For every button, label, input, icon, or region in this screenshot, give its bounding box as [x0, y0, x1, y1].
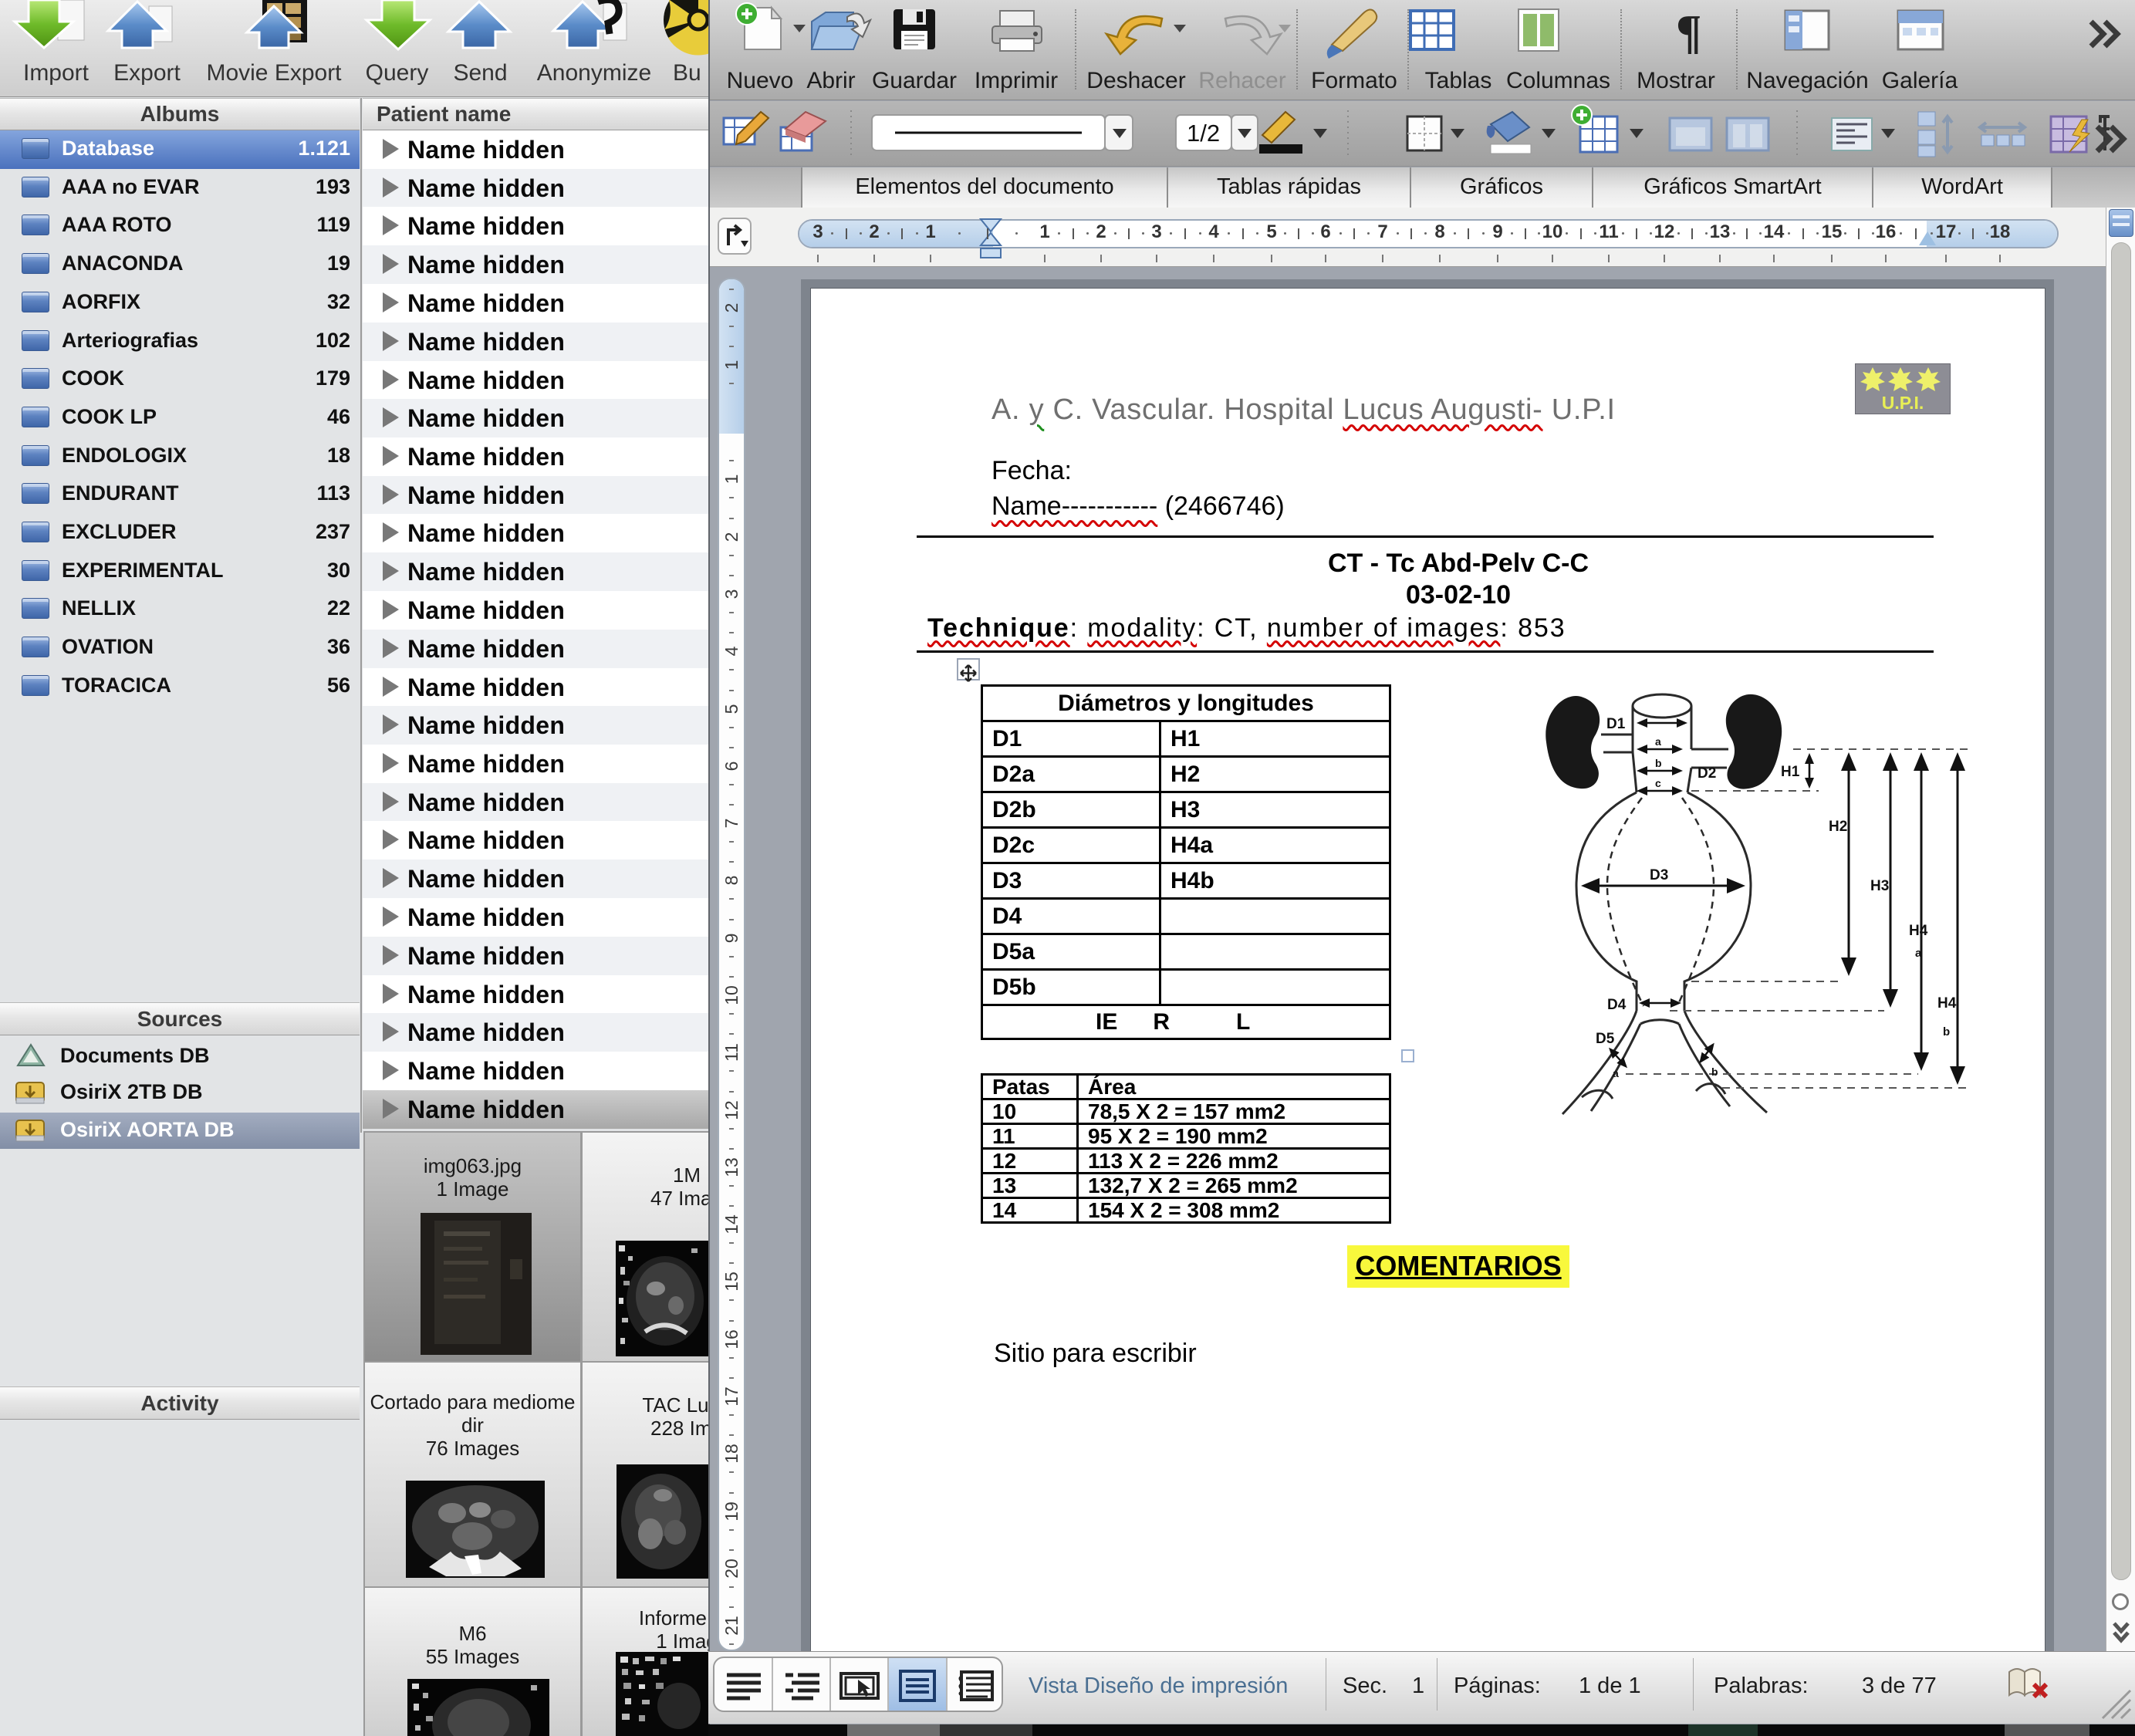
svg-text:1/2: 1/2 [1187, 120, 1220, 147]
svg-text:H1: H1 [1781, 764, 1800, 780]
svg-text:D3: D3 [1650, 867, 1668, 883]
svg-text:a: a [1655, 735, 1661, 748]
svg-text:H4: H4 [1909, 923, 1928, 939]
svg-text:D2: D2 [1698, 765, 1716, 782]
svg-text:¶: ¶ [1676, 6, 1701, 59]
svg-text:H3: H3 [1870, 878, 1889, 894]
svg-text:c: c [1655, 777, 1661, 789]
svg-text:b: b [1943, 1025, 1950, 1039]
svg-text:D1: D1 [1606, 716, 1626, 732]
svg-text:b: b [1655, 757, 1662, 769]
svg-text:a: a [1915, 947, 1922, 960]
svg-text:D5: D5 [1596, 1031, 1615, 1047]
svg-text:D4: D4 [1607, 997, 1627, 1013]
svg-text:b: b [1711, 1066, 1718, 1078]
svg-text:a: a [1613, 1067, 1619, 1079]
svg-text:H2: H2 [1829, 819, 1847, 835]
svg-text:H4: H4 [1937, 995, 1957, 1012]
